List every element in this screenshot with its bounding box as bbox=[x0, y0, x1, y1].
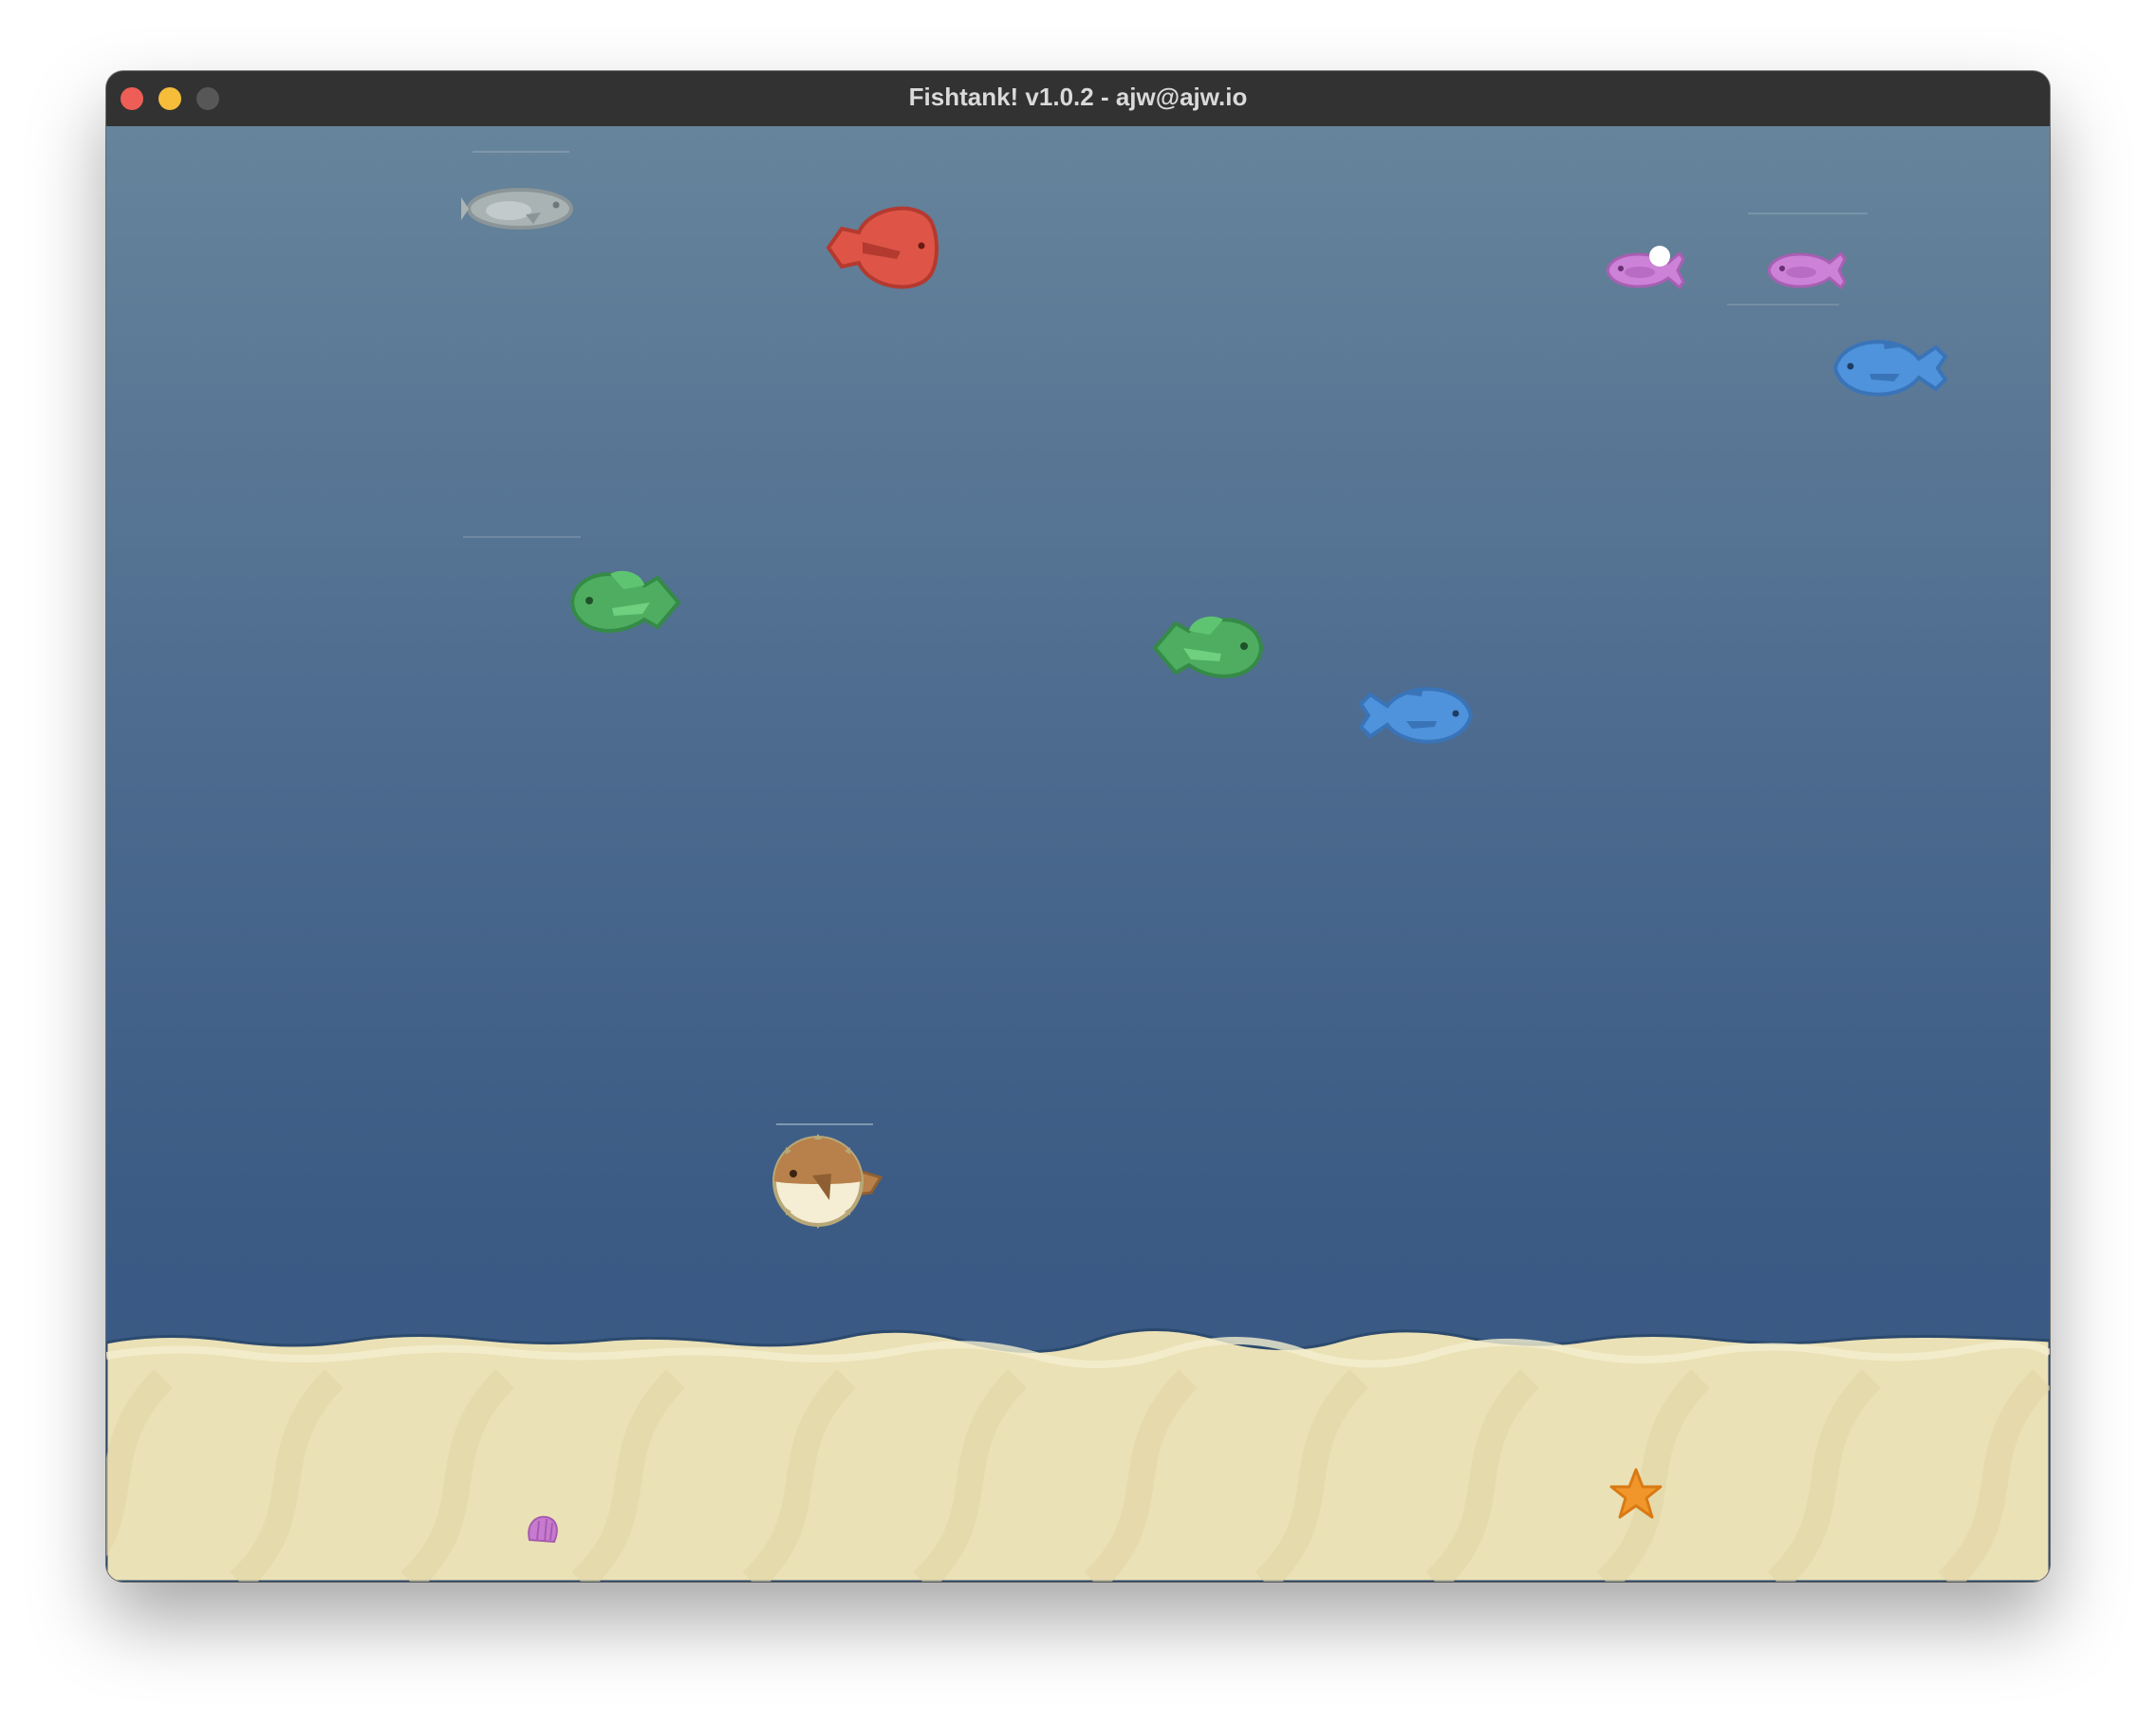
seashell[interactable] bbox=[528, 1515, 558, 1544]
green-fish-1[interactable] bbox=[569, 570, 681, 633]
red-fish[interactable] bbox=[826, 206, 939, 289]
blue-fish-1[interactable] bbox=[1832, 340, 1948, 397]
sand-floor bbox=[106, 1328, 2050, 1582]
blue-fish-2[interactable] bbox=[1358, 687, 1474, 744]
tank-canvas[interactable] bbox=[106, 126, 2050, 1582]
app-window: Fishtank! v1.0.2 - ajw@ajw.io bbox=[106, 71, 2050, 1582]
gray-fish[interactable] bbox=[461, 188, 573, 230]
window-title: Fishtank! v1.0.2 - ajw@ajw.io bbox=[908, 83, 1248, 111]
pink-fish-2[interactable] bbox=[1767, 250, 1847, 290]
fish-tank[interactable] bbox=[106, 126, 2050, 1582]
pink-fish-1[interactable] bbox=[1606, 250, 1685, 290]
food-pellet[interactable] bbox=[1649, 246, 1670, 267]
green-fish-2[interactable] bbox=[1152, 616, 1264, 678]
title-bar[interactable]: Fishtank! v1.0.2 - ajw@ajw.io bbox=[106, 71, 2050, 127]
pufferfish[interactable] bbox=[772, 1134, 883, 1229]
